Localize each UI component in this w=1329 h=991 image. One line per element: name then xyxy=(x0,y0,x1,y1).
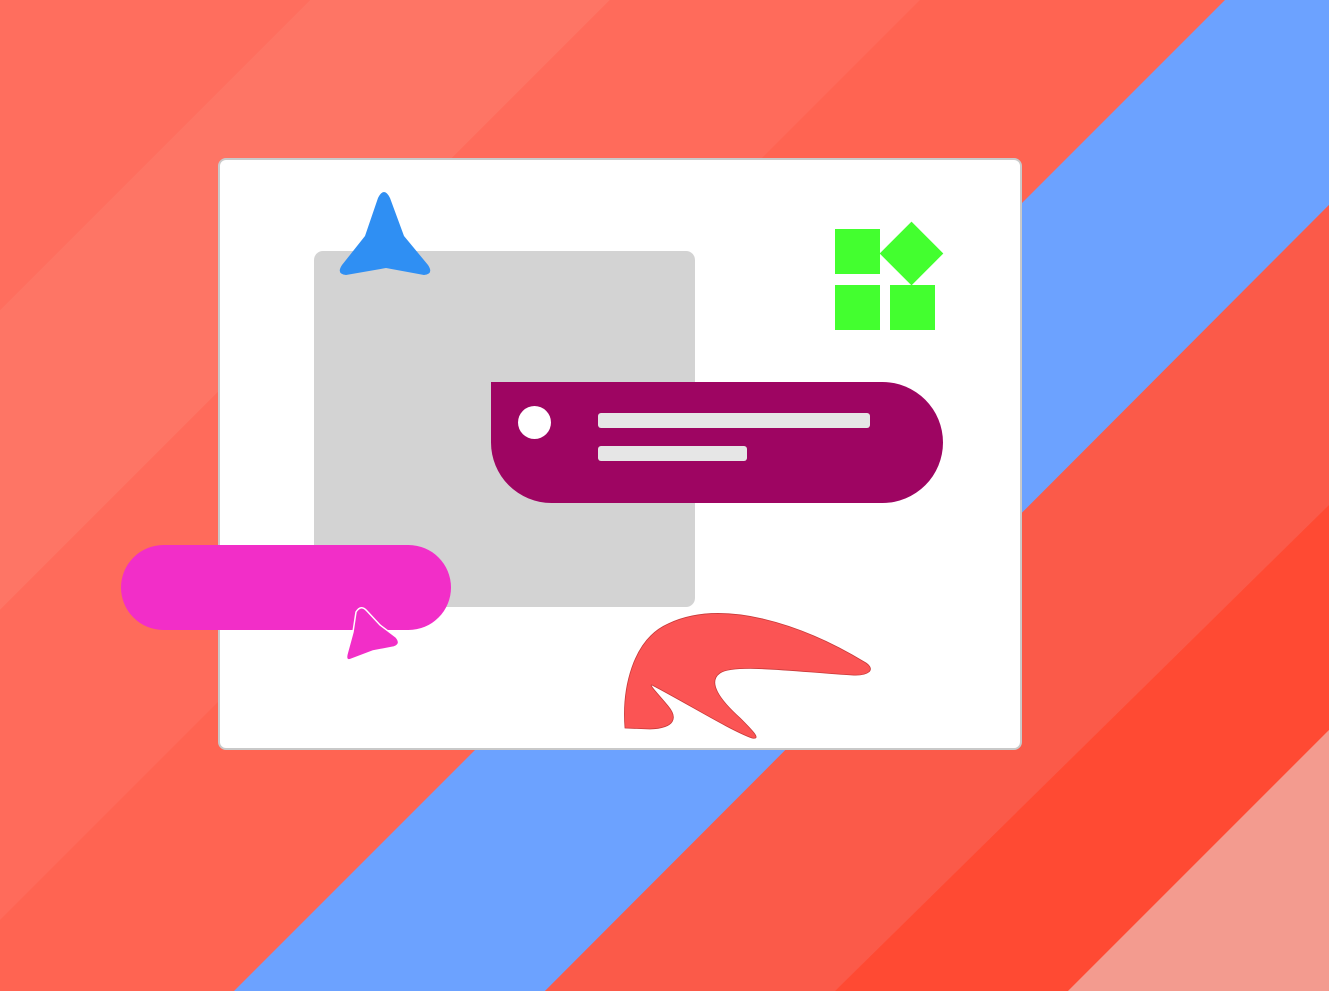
notification-text-line-1 xyxy=(598,413,870,428)
notification-card xyxy=(491,382,943,503)
notification-text-line-2 xyxy=(598,446,747,461)
illustration-stage xyxy=(0,0,1329,991)
notification-avatar-dot xyxy=(518,406,551,439)
pink-pill-bar xyxy=(121,545,451,630)
